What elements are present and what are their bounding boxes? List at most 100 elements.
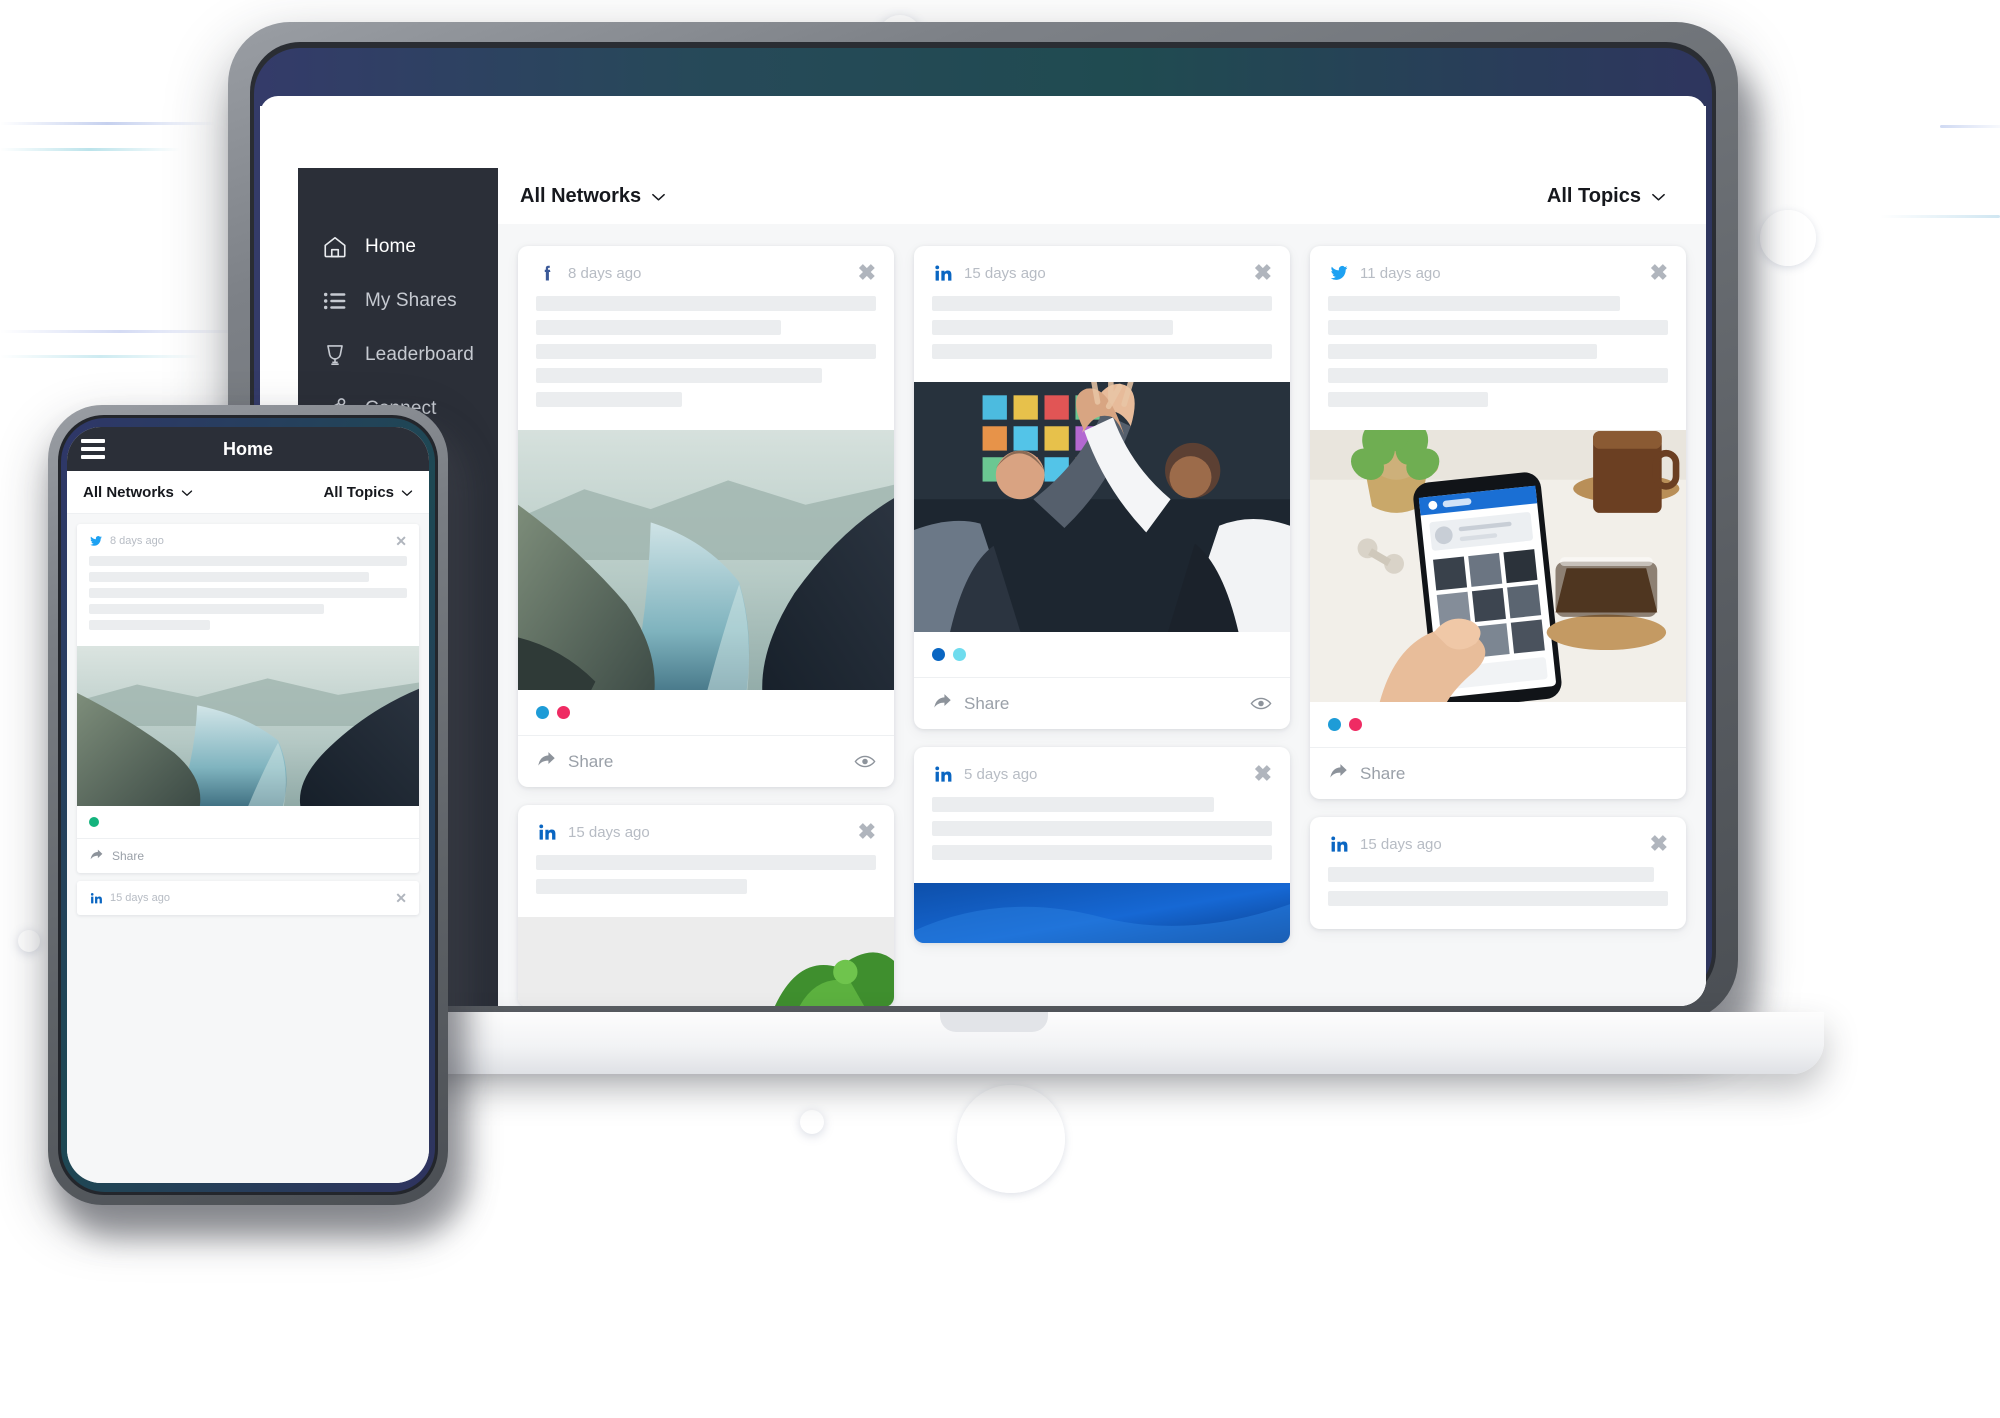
mobile-page-title: Home: [222, 438, 273, 459]
sidebar-item-leaderboard[interactable]: Leaderboard: [298, 328, 498, 382]
chevron-down-icon: [1651, 185, 1666, 208]
mobile-networks-filter-label: All Networks: [83, 483, 174, 501]
mobile-skeleton-text: [77, 554, 419, 646]
hamburger-icon[interactable]: [81, 439, 105, 459]
post-card[interactable]: 15 days ago ✖: [518, 805, 894, 1006]
mobile-share-button[interactable]: Share: [89, 848, 144, 864]
share-arrow-icon: [536, 750, 557, 773]
sidebar-item-my-shares[interactable]: My Shares: [298, 274, 498, 328]
post-image-team-high-five: [914, 368, 1290, 646]
topbar: All Networks All Topics: [498, 168, 1706, 224]
post-image-phone-desk-flatlay: [1310, 411, 1686, 717]
mobile-topics-filter-dropdown[interactable]: All Topics: [323, 484, 413, 501]
topics-filter-label: All Topics: [1546, 184, 1641, 207]
close-icon[interactable]: ✕: [395, 534, 407, 548]
decor-streak: [1880, 215, 2000, 218]
post-card[interactable]: 15 days ago ✖: [914, 246, 1290, 729]
networks-filter-dropdown[interactable]: All Networks: [520, 185, 666, 208]
post-image-blue-abstract: [914, 879, 1290, 943]
post-card[interactable]: 11 days ago ✖ Share: [1310, 246, 1686, 799]
mobile-post-card[interactable]: 8 days ago ✕ Share: [77, 524, 419, 873]
topic-dot: [536, 706, 549, 719]
close-icon[interactable]: ✖: [1650, 833, 1668, 855]
close-icon[interactable]: ✖: [858, 262, 876, 284]
mobile-header: Home: [67, 427, 429, 471]
topic-dot: [1328, 718, 1341, 731]
card-timestamp: 15 days ago: [964, 264, 1046, 282]
card-header: 5 days ago ✖: [914, 747, 1290, 793]
card-header: 11 days ago ✖: [1310, 246, 1686, 292]
feed-column: 8 days ago ✖ Share 15 days ago ✖: [518, 246, 894, 1006]
linkedin-icon: [932, 763, 954, 785]
mobile-filters: All Networks All Topics: [67, 471, 429, 514]
laptop-base-notch: [940, 1012, 1048, 1032]
share-button[interactable]: Share: [536, 750, 613, 773]
list-icon: [322, 288, 348, 314]
close-icon[interactable]: ✖: [1254, 763, 1272, 785]
decor-streak: [0, 148, 180, 151]
post-card[interactable]: 15 days ago ✖: [1310, 817, 1686, 929]
close-icon[interactable]: ✖: [1650, 262, 1668, 284]
post-card[interactable]: 8 days ago ✖ Share: [518, 246, 894, 787]
decor-streak: [0, 355, 200, 358]
close-icon[interactable]: ✖: [858, 821, 876, 843]
feed-column: 11 days ago ✖ Share 15 days ago ✖: [1310, 246, 1686, 1006]
decor-bokeh: [957, 1085, 1065, 1193]
topic-dot: [932, 648, 945, 661]
skeleton-text: [518, 292, 894, 430]
mobile-card-header: 15 days ago ✕: [77, 881, 419, 915]
topics-filter-dropdown[interactable]: All Topics: [1547, 185, 1666, 208]
card-header: 15 days ago ✖: [914, 246, 1290, 292]
eye-icon[interactable]: [854, 754, 876, 769]
close-icon[interactable]: ✖: [1254, 262, 1272, 284]
facebook-icon: [536, 262, 558, 284]
close-icon[interactable]: ✕: [395, 891, 407, 905]
post-image-fjord-landscape: [518, 416, 894, 704]
mobile-post-image-fjord-landscape: [77, 643, 419, 809]
eye-icon[interactable]: [1250, 696, 1272, 711]
mobile-card-timestamp: 8 days ago: [110, 535, 164, 547]
card-footer: Share: [1310, 747, 1686, 799]
linkedin-icon: [89, 891, 103, 905]
card-timestamp: 8 days ago: [568, 264, 642, 282]
mobile-topics-filter-label: All Topics: [323, 483, 394, 501]
trophy-icon: [322, 342, 348, 368]
skeleton-text: [914, 793, 1290, 883]
chevron-down-icon: [651, 185, 666, 208]
linkedin-icon: [1328, 833, 1350, 855]
main-content: All Networks All Topics 8 days ago ✖ Sha…: [498, 168, 1706, 1006]
chevron-down-icon: [181, 484, 193, 501]
mobile-card-timestamp: 15 days ago: [110, 892, 170, 904]
mobile-card-footer: Share: [77, 838, 419, 873]
mobile-post-card[interactable]: 15 days ago ✕: [77, 881, 419, 915]
card-timestamp: 15 days ago: [568, 823, 650, 841]
mobile-topic-dots: [77, 806, 419, 838]
card-timestamp: 15 days ago: [1360, 835, 1442, 853]
topic-dot: [89, 817, 99, 827]
networks-filter-label: All Networks: [520, 184, 642, 207]
twitter-icon: [89, 534, 103, 548]
mobile-card-header: 8 days ago ✕: [77, 524, 419, 554]
share-button[interactable]: Share: [932, 692, 1009, 715]
card-timestamp: 5 days ago: [964, 765, 1038, 783]
share-button[interactable]: Share: [1328, 762, 1405, 785]
sidebar-item-home[interactable]: Home: [298, 220, 498, 274]
card-footer: Share: [914, 677, 1290, 729]
share-label: Share: [964, 693, 1010, 713]
decor-bokeh: [1760, 210, 1816, 266]
post-card[interactable]: 5 days ago ✖: [914, 747, 1290, 943]
share-label: Share: [568, 751, 614, 771]
decor-streak: [0, 330, 240, 333]
share-arrow-icon: [1328, 762, 1349, 785]
sidebar-item-label: Home: [365, 236, 417, 257]
card-header: 15 days ago ✖: [518, 805, 894, 851]
decor-streak: [0, 122, 215, 125]
decor-bokeh: [18, 930, 40, 952]
linkedin-icon: [536, 821, 558, 843]
phone-screen: Home All Networks All Topics 8 days ago …: [67, 427, 429, 1183]
sidebar-item-label: My Shares: [365, 290, 457, 311]
skeleton-text: [1310, 292, 1686, 430]
topic-dots: [914, 632, 1290, 677]
home-icon: [322, 234, 348, 260]
mobile-networks-filter-dropdown[interactable]: All Networks: [83, 484, 193, 501]
